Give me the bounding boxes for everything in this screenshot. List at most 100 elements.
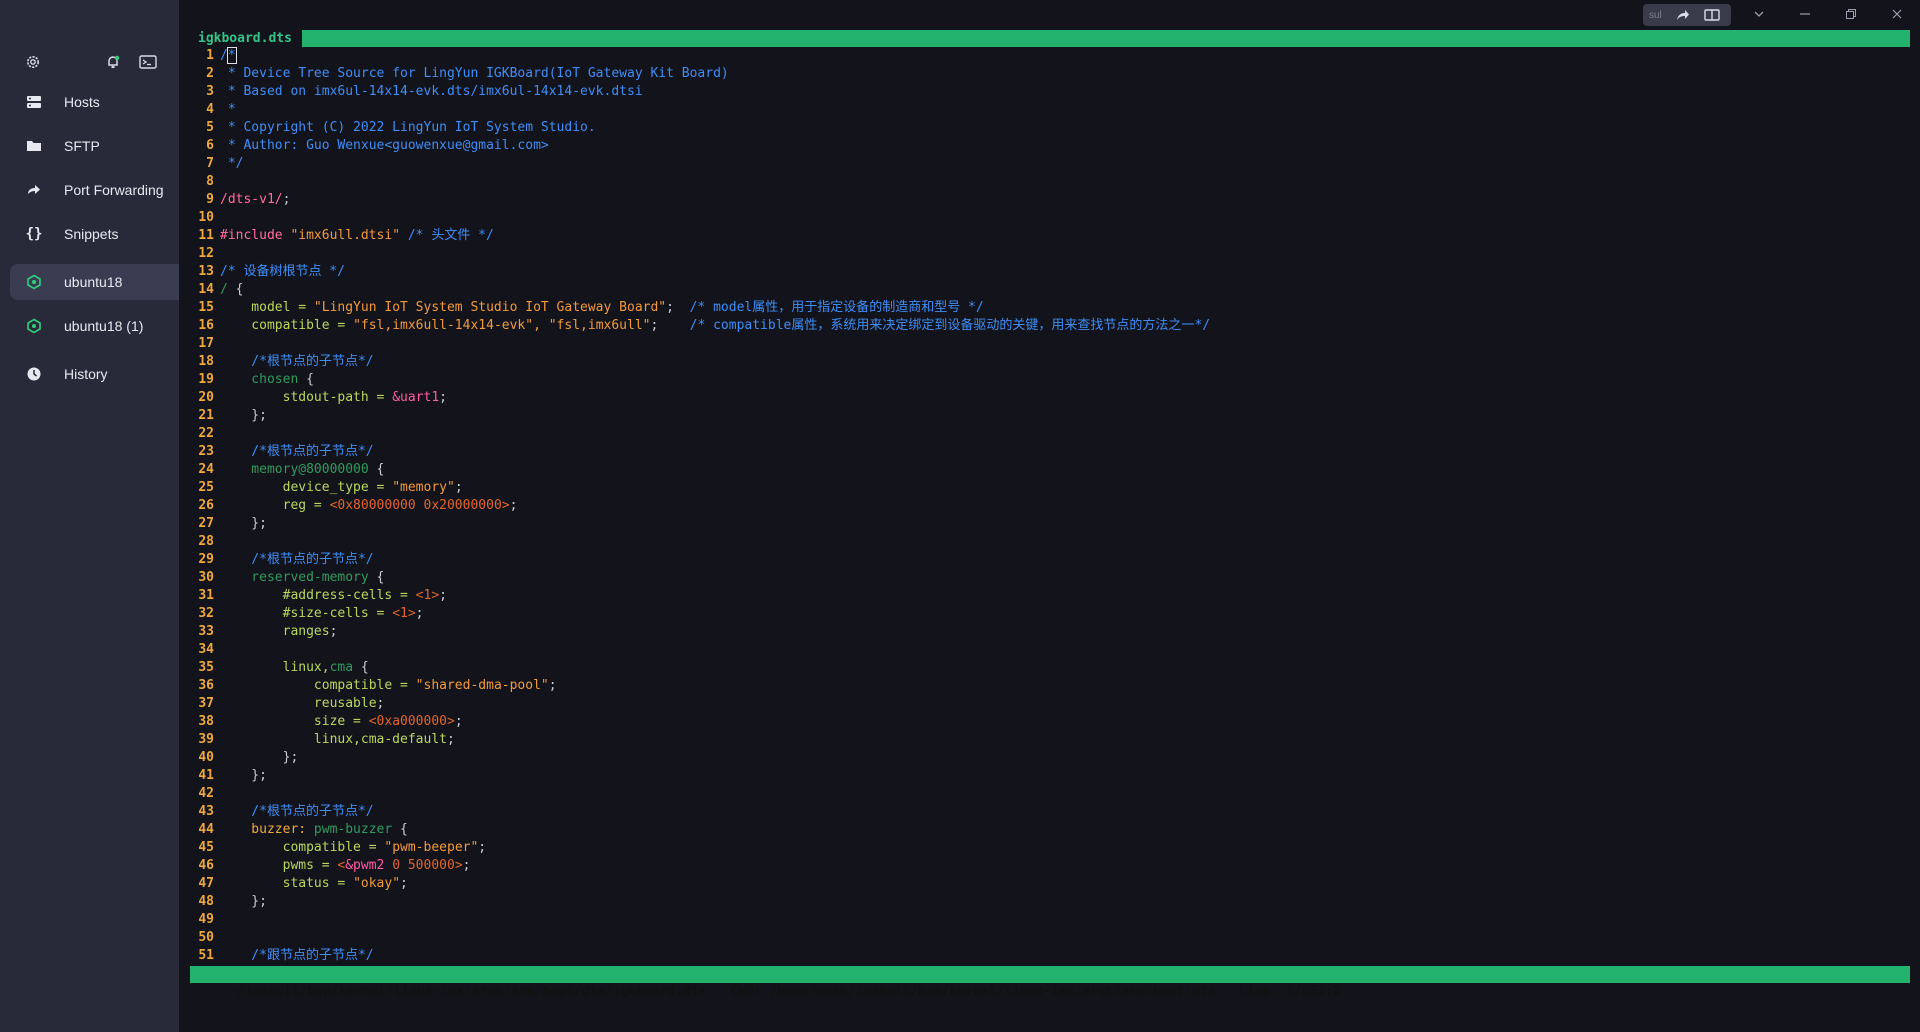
sidebar-item-port-forwarding[interactable]: Port Forwarding (10, 172, 179, 208)
code-token: ; (454, 480, 463, 495)
line-number: 43 (198, 804, 214, 819)
code-token: }; (220, 516, 267, 531)
code-line: 32 #size-cells = <1>; (190, 605, 1910, 623)
line-number: 38 (198, 714, 214, 729)
code-token: */ (220, 156, 244, 171)
line-number: 33 (198, 624, 214, 639)
line-number: 46 (198, 858, 214, 873)
folder-icon (24, 136, 44, 156)
linux-session-icon (24, 272, 44, 292)
code-token: &uart1 (392, 390, 440, 405)
code-token: /* compatible属性，系统用来决定绑定到设备驱动的关键，用来查找节点的… (658, 318, 1211, 333)
code-line: 15 model = "LingYun IoT System Studio Io… (190, 299, 1910, 317)
code-line: 41 }; (190, 767, 1910, 785)
code-line: 29 /*根节点的子节点*/ (190, 551, 1910, 569)
line-number: 34 (198, 642, 214, 657)
code-token: }; (220, 894, 267, 909)
line-number: 35 (198, 660, 214, 675)
line-number: 18 (198, 354, 214, 369)
line-number: 15 (198, 300, 214, 315)
code-line: 12 (190, 245, 1910, 263)
line-number: 1 (206, 48, 214, 63)
code-line: 38 size = <0xa000000>; (190, 713, 1910, 731)
code-token: { (376, 570, 385, 585)
gear-icon[interactable] (23, 52, 43, 72)
code-line: 36 compatible = "shared-dma-pool"; (190, 677, 1910, 695)
sidebar-item-hosts[interactable]: Hosts (10, 84, 179, 120)
sidebar-item-label: Hosts (64, 94, 100, 110)
code-line: 21 }; (190, 407, 1910, 425)
sidebar-item-sftp[interactable]: SFTP (10, 128, 179, 164)
line-number: 41 (198, 768, 214, 783)
sidebar-item-ubuntu18-1[interactable]: ubuntu18 (1) (10, 308, 179, 344)
code-token: { (235, 282, 244, 297)
sidebar-item-label: History (64, 366, 108, 382)
code-token: "fsl,imx6ull-14x14-evk", "fsl,imx6ull" (353, 318, 651, 333)
code-line: 14 / { (190, 281, 1910, 299)
code-token: /* model属性，用于指定设备的制造商和型号 */ (673, 300, 984, 315)
code-line: 19 chosen { (190, 371, 1910, 389)
code-token: "pwm-beeper" (384, 840, 479, 855)
code-line: 25 device_type = "memory"; (190, 479, 1910, 497)
code-token: #include (220, 228, 291, 243)
hosts-icon (24, 92, 44, 112)
line-number: 49 (198, 912, 214, 927)
code-line: 28 (190, 533, 1910, 551)
code-token: ; (446, 732, 455, 747)
code-token: / (220, 48, 228, 63)
code-token: 0 500000> (384, 858, 463, 873)
line-number: 11 (198, 228, 214, 243)
line-number: 23 (198, 444, 214, 459)
sidebar-item-ubuntu18[interactable]: ubuntu18 (10, 264, 179, 300)
code-line: 34 (190, 641, 1910, 659)
notification-bell-icon[interactable] (103, 52, 123, 72)
code-token: }; (220, 750, 299, 765)
code-token: "okay" (353, 876, 401, 891)
line-number: 21 (198, 408, 214, 423)
code-line: 49 (190, 911, 1910, 929)
code-token: * Based on imx6ul-14x14-evk.dts/imx6ul-1… (220, 84, 643, 99)
editor-title-bar: igkboard.dts (190, 30, 1910, 47)
code-line: 33 ranges; (190, 623, 1910, 641)
code-token: { (376, 462, 385, 477)
history-icon (24, 364, 44, 384)
code-token: reserved-memory (220, 570, 377, 585)
sidebar-item-history[interactable]: History (10, 356, 179, 392)
terminal-editor[interactable]: igkboard.dts 1/* 2 * Device Tree Source f… (190, 0, 1910, 1032)
code-area[interactable]: 1/* 2 * Device Tree Source for LingYun IG… (190, 47, 1910, 965)
code-line: 4 * (190, 101, 1910, 119)
line-number: 48 (198, 894, 214, 909)
code-token: chosen (220, 372, 307, 387)
code-token: ; (282, 192, 291, 207)
port-forward-icon (24, 180, 44, 200)
code-line: 27 }; (190, 515, 1910, 533)
code-token: "LingYun IoT System Studio IoT Gateway B… (313, 300, 667, 315)
line-number: 31 (198, 588, 214, 603)
code-line: 24 memory@80000000 { (190, 461, 1910, 479)
code-token: size = (220, 714, 369, 729)
line-number: 26 (198, 498, 214, 513)
line-number: 16 (198, 318, 214, 333)
code-token: memory@80000000 (220, 462, 377, 477)
code-token: ; (509, 498, 518, 513)
code-line: 35 linux,cma { (190, 659, 1910, 677)
code-token: ; (439, 390, 447, 405)
code-line: 22 (190, 425, 1910, 443)
sidebar-item-label: Port Forwarding (64, 182, 164, 198)
code-token: device_type = (220, 480, 393, 495)
line-number: 45 (198, 840, 214, 855)
sidebar-item-label: ubuntu18 (1) (64, 318, 144, 334)
code-line: 50 (190, 929, 1910, 947)
code-token: ; (454, 714, 463, 729)
code-line: 9/dts-v1/; (190, 191, 1910, 209)
code-token: * (220, 102, 236, 117)
sidebar-item-label: SFTP (64, 138, 100, 154)
terminal-icon[interactable] (138, 52, 158, 72)
sidebar-item-snippets[interactable]: {} Snippets (10, 216, 179, 252)
code-line: 26 reg = <0x80000000 0x20000000>; (190, 497, 1910, 515)
code-line: 7 */ (190, 155, 1910, 173)
code-token: <1> (392, 606, 416, 621)
code-line: 10 (190, 209, 1910, 227)
line-number: 7 (206, 156, 214, 171)
line-number: 3 (206, 84, 214, 99)
